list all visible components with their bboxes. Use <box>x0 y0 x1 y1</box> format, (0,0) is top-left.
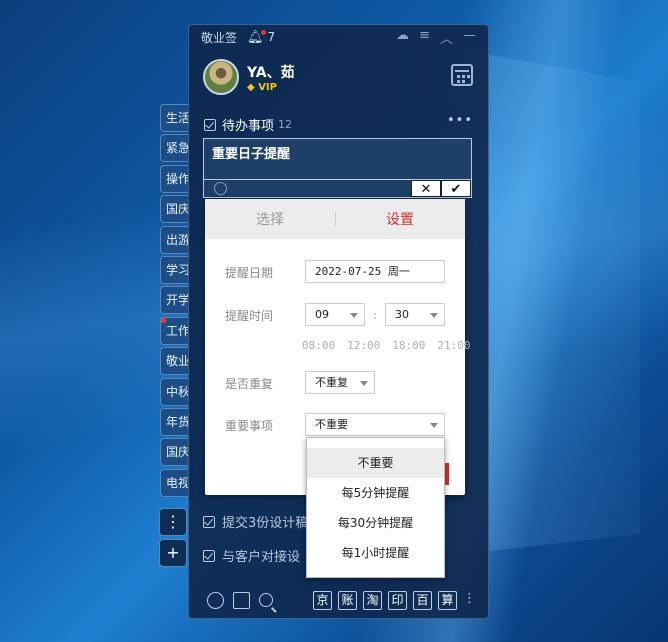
importance-label: 重要事项 <box>225 419 274 433</box>
time-label: 提醒时间 <box>225 309 274 323</box>
minimize-icon[interactable]: — <box>463 28 476 47</box>
confirm-button[interactable]: ✔ <box>441 180 471 197</box>
app-shortcut-baidu[interactable]: 百 <box>413 590 432 610</box>
user-info: YA、茹 ◆ VIP <box>203 59 295 95</box>
app-shortcut-print[interactable]: 印 <box>388 590 407 610</box>
dropdown-option[interactable]: 不重要 <box>307 448 444 478</box>
quick-time[interactable]: 21:00 <box>437 339 470 352</box>
vip-badge: VIP <box>258 81 277 93</box>
title-bar: 敬业签 🔔︎ 7 ☁ ≡ ︿ — <box>189 25 488 49</box>
dropdown-option[interactable]: 每5分钟提醒 <box>307 478 444 508</box>
minute-value: 30 <box>395 308 409 321</box>
date-field[interactable]: 2022-07-25 周一 <box>305 260 445 283</box>
bottom-toolbar: 京 账 淘 印 百 算 ⋮ <box>189 582 488 618</box>
cloud-sync-icon[interactable]: ☁ <box>396 28 409 47</box>
search-icon[interactable] <box>259 593 273 607</box>
chevron-down-icon <box>360 381 368 386</box>
calendar-icon[interactable] <box>451 64 473 86</box>
app-shortcut-ledger[interactable]: 账 <box>338 590 357 610</box>
date-label: 提醒日期 <box>225 266 274 280</box>
importance-dropdown: 不重要 每5分钟提醒 每30分钟提醒 每1小时提醒 <box>306 437 445 578</box>
quick-time[interactable]: 18:00 <box>392 339 425 352</box>
more-categories-button[interactable]: ⋮ <box>159 508 187 536</box>
reminder-clock-icon[interactable] <box>214 182 227 195</box>
diamond-icon: ◆ <box>247 81 255 93</box>
dropdown-option[interactable]: 每30分钟提醒 <box>307 508 444 538</box>
dialog-tabs: 选择 设置 <box>205 199 465 239</box>
todo-header: 待办事项 12 <box>204 115 292 134</box>
quick-time[interactable]: 12:00 <box>347 339 380 352</box>
tab-select[interactable]: 选择 <box>205 209 335 229</box>
editor-toolbar: ✕ ✔ <box>203 180 472 198</box>
repeat-value: 不重复 <box>315 376 348 389</box>
list-item-text: 提交3份设计稿 <box>222 516 309 531</box>
note-editor[interactable]: 重要日子提醒 <box>203 138 472 180</box>
add-category-button[interactable]: + <box>159 539 187 567</box>
quick-time[interactable]: 08:00 <box>302 339 335 352</box>
clock-icon[interactable] <box>207 591 224 609</box>
bell-icon[interactable]: 🔔︎ <box>247 29 266 45</box>
chevron-down-icon <box>350 313 358 318</box>
menu-icon[interactable]: ≡ <box>419 28 430 47</box>
app-shortcut-jd[interactable]: 京 <box>313 590 332 610</box>
tab-settings[interactable]: 设置 <box>335 209 465 229</box>
todo-count: 12 <box>278 118 293 131</box>
collapse-icon[interactable]: ︿ <box>440 28 453 47</box>
dropdown-option[interactable]: 每1小时提醒 <box>307 538 444 568</box>
quick-time-list: 08:00 12:00 18:00 21:00 <box>302 339 471 352</box>
hour-select[interactable]: 09 <box>305 303 365 326</box>
app-shortcut-taobao[interactable]: 淘 <box>363 590 382 610</box>
more-apps-icon[interactable]: ⋮ <box>463 591 476 610</box>
cancel-button[interactable]: ✕ <box>411 180 441 197</box>
chevron-down-icon <box>430 313 438 318</box>
minute-select[interactable]: 30 <box>385 303 445 326</box>
task-icon[interactable] <box>233 591 250 609</box>
user-name: YA、茹 <box>247 64 295 81</box>
importance-value: 不重要 <box>315 418 348 431</box>
importance-select[interactable]: 不重要 <box>305 413 445 436</box>
checkbox-icon[interactable] <box>203 549 215 562</box>
time-colon: : <box>373 309 377 322</box>
repeat-label: 是否重复 <box>225 377 274 391</box>
checkbox-icon[interactable] <box>203 515 215 528</box>
more-options-icon[interactable]: ••• <box>447 113 473 128</box>
checkbox-icon <box>204 118 216 131</box>
hour-value: 09 <box>315 308 329 321</box>
repeat-select[interactable]: 不重复 <box>305 371 375 394</box>
list-item-text: 与客户对接设 <box>222 550 301 565</box>
app-shortcut-calculator[interactable]: 算 <box>438 590 457 610</box>
todo-title: 待办事项 <box>222 119 275 134</box>
app-name: 敬业签 <box>201 30 238 45</box>
chevron-down-icon <box>430 423 438 428</box>
notification-count: 7 <box>267 30 276 44</box>
avatar[interactable] <box>203 59 239 95</box>
